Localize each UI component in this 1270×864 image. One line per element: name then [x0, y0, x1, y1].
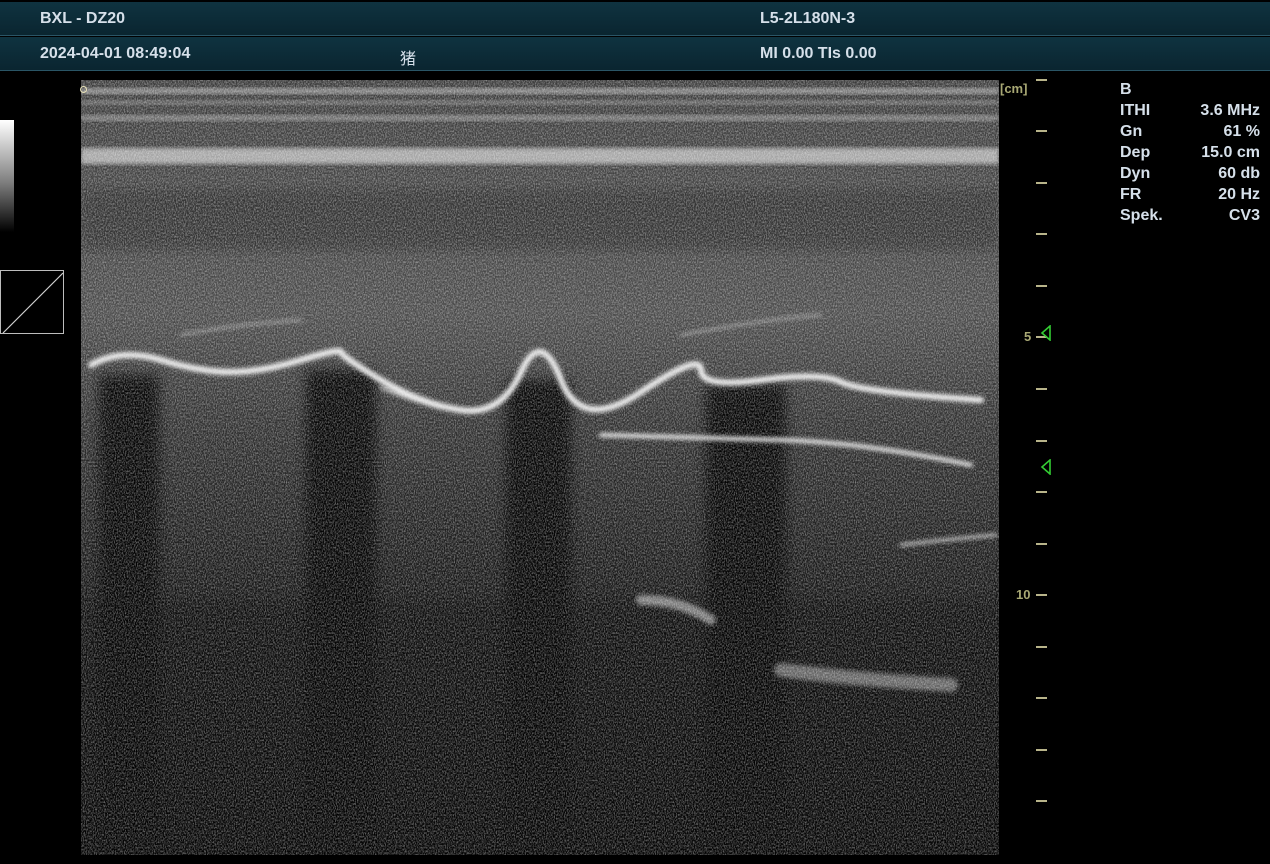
species-label: 猪 — [400, 49, 417, 68]
exam-datetime: 2024-04-01 08:49:04 — [40, 45, 191, 62]
param-row: Dep 15.0 cm — [1120, 144, 1260, 165]
param-key: Dyn — [1120, 165, 1151, 182]
imaging-parameters: B ITHI 3.6 MHz Gn 61 % Dep 15.0 cm Dyn 6… — [1120, 81, 1260, 228]
depth-tick — [1036, 543, 1047, 545]
depth-tick — [1036, 130, 1047, 132]
param-value: 60 db — [1218, 165, 1260, 182]
depth-tick — [1036, 697, 1047, 699]
param-value: 61 % — [1223, 123, 1260, 140]
depth-tick — [1036, 285, 1047, 287]
depth-tick — [1036, 646, 1047, 648]
probe-name: L5-2L180N-3 — [760, 10, 856, 27]
gray-map-curve — [0, 270, 64, 334]
param-row: Spek. CV3 — [1120, 207, 1260, 228]
param-row: ITHI 3.6 MHz — [1120, 102, 1260, 123]
depth-label-5: 5 — [1024, 329, 1032, 344]
focus-marker-icon[interactable] — [1040, 325, 1052, 341]
param-value: CV3 — [1228, 207, 1260, 224]
patient-id: BXL - DZ20 — [40, 10, 126, 27]
param-value: 20 Hz — [1218, 186, 1260, 203]
param-value: 15.0 cm — [1201, 144, 1260, 161]
depth-tick — [1036, 233, 1047, 235]
ultrasound-image[interactable] — [81, 80, 999, 855]
depth-unit-label: [cm] — [1000, 81, 1028, 96]
param-row: Gn 61 % — [1120, 123, 1260, 144]
depth-tick — [1036, 594, 1047, 596]
depth-tick — [1036, 491, 1047, 493]
depth-tick — [1036, 182, 1047, 184]
param-row: FR 20 Hz — [1120, 186, 1260, 207]
depth-tick — [1036, 388, 1047, 390]
header-row-top: BXL - DZ20 L5-2L180N-3 — [0, 2, 1270, 36]
depth-tick — [1036, 749, 1047, 751]
depth-tick — [1036, 440, 1047, 442]
depth-tick — [1036, 79, 1047, 81]
depth-label-10: 10 — [1016, 587, 1031, 602]
depth-tick — [1036, 800, 1047, 802]
param-key: Dep — [1120, 144, 1151, 161]
focus-origin-dot — [80, 86, 87, 93]
param-key: Gn — [1120, 123, 1143, 140]
header-row-bottom: 2024-04-01 08:49:04 猪 MI 0.00 TIs 0.00 — [0, 37, 1270, 71]
focus-marker-icon[interactable] — [1040, 459, 1052, 475]
safety-index: MI 0.00 TIs 0.00 — [760, 45, 877, 62]
param-key: Spek. — [1120, 207, 1163, 224]
param-key: FR — [1120, 186, 1142, 203]
imaging-mode: B — [1120, 81, 1132, 98]
param-value: 3.6 MHz — [1200, 102, 1260, 119]
grayscale-bar — [0, 120, 14, 232]
param-row: Dyn 60 db — [1120, 165, 1260, 186]
param-key: ITHI — [1120, 102, 1151, 119]
